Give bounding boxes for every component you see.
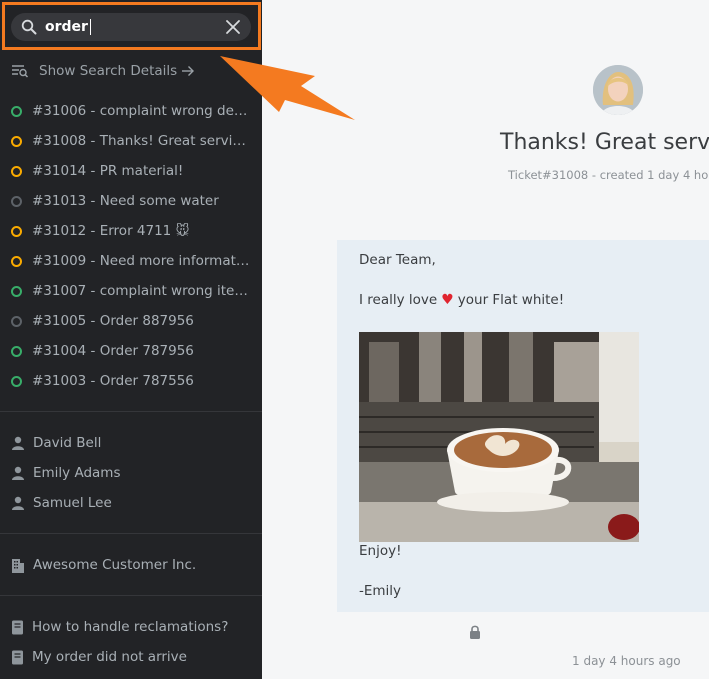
ticket-result-label: #31012 - Error 4711 🐭 — [32, 223, 190, 239]
search-icon — [21, 19, 37, 35]
show-search-details-label: Show Search Details — [39, 63, 178, 79]
ticket-result-label: #31008 - Thanks! Great service! — [32, 133, 250, 149]
organization-result-item[interactable]: Awesome Customer Inc. — [0, 550, 262, 580]
ticket-results-list: #31006 - complaint wrong delivery #31008… — [0, 96, 262, 396]
status-open-icon — [11, 375, 22, 387]
organization-result-label: Awesome Customer Inc. — [33, 557, 197, 573]
article-greeting: Dear Team, — [359, 252, 436, 268]
article-closing: Enjoy! — [359, 543, 402, 559]
ticket-result-item[interactable]: #31007 - complaint wrong items delivered — [0, 276, 262, 306]
article-love-suffix: your Flat white! — [457, 292, 565, 308]
ticket-result-item[interactable]: #31014 - PR material! — [0, 156, 262, 186]
user-results-list: David Bell Emily Adams Samuel Lee — [0, 428, 262, 518]
article-signature: -Emily — [359, 583, 402, 599]
ticket-result-label: #31007 - complaint wrong items delivered — [32, 283, 250, 299]
knowledge-base-results-list: How to handle reclamations? My order did… — [0, 612, 262, 672]
close-icon[interactable] — [225, 19, 241, 35]
person-icon — [12, 496, 24, 510]
ticket-result-item[interactable]: #31013 - Need some water — [0, 186, 262, 216]
search-details-icon — [12, 65, 29, 78]
heart-icon: ♥ — [441, 292, 454, 308]
user-result-label: David Bell — [33, 435, 102, 451]
status-closed-icon — [11, 315, 22, 327]
ticket-meta: Ticket#31008 - created 1 day 4 hours — [508, 168, 709, 182]
status-closed-icon — [11, 195, 22, 207]
knowledge-base-result-item[interactable]: My order did not arrive — [0, 642, 262, 672]
pointer-arrow-annotation — [220, 56, 355, 120]
status-pending-icon — [11, 225, 22, 237]
ticket-result-label: #31005 - Order 887956 — [32, 313, 194, 329]
article-body: Dear Team, I really love ♥ your Flat white… — [337, 240, 709, 612]
ticket-result-item[interactable]: #31004 - Order 787956 — [0, 336, 262, 366]
ticket-result-label: #31004 - Order 787956 — [32, 343, 194, 359]
ticket-result-item[interactable]: #31009 - Need more information! — [0, 246, 262, 276]
section-divider — [0, 411, 262, 412]
article-love-line: I really love ♥ your Flat white! — [359, 292, 564, 308]
book-icon — [12, 650, 23, 664]
search-highlight-frame — [2, 2, 261, 50]
avatar[interactable] — [593, 65, 643, 115]
person-icon — [12, 466, 24, 480]
search-box[interactable] — [11, 13, 251, 41]
ticket-result-item[interactable]: #31005 - Order 887956 — [0, 306, 262, 336]
avatar-portrait — [593, 65, 643, 115]
coffee-machine-photo[interactable] — [359, 332, 639, 542]
ticket-result-label: #31003 - Order 787556 — [32, 373, 194, 389]
status-pending-icon — [11, 255, 22, 267]
user-result-item[interactable]: Emily Adams — [0, 458, 262, 488]
knowledge-base-result-item[interactable]: How to handle reclamations? — [0, 612, 262, 642]
section-divider — [0, 533, 262, 534]
arrow-right-icon — [182, 66, 195, 76]
search-input[interactable] — [45, 16, 215, 38]
knowledge-base-result-label: My order did not arrive — [32, 649, 187, 665]
person-icon — [12, 436, 24, 450]
show-search-details-link[interactable]: Show Search Details — [11, 62, 205, 80]
article-love-prefix: I really love — [359, 292, 438, 308]
lock-icon — [470, 625, 480, 639]
section-divider — [0, 595, 262, 596]
ticket-result-label: #31009 - Need more information! — [32, 253, 250, 269]
ticket-result-label: #31013 - Need some water — [32, 193, 219, 209]
ticket-result-item[interactable]: #31003 - Order 787556 — [0, 366, 262, 396]
building-icon — [12, 558, 24, 573]
coffee-machine-image — [359, 332, 639, 542]
status-open-icon — [11, 105, 22, 117]
user-result-item[interactable]: Samuel Lee — [0, 488, 262, 518]
user-result-label: Samuel Lee — [33, 495, 112, 511]
book-icon — [12, 620, 23, 634]
status-pending-icon — [11, 165, 22, 177]
status-open-icon — [11, 345, 22, 357]
organization-results-list: Awesome Customer Inc. — [0, 550, 262, 580]
ticket-title: Thanks! Great servi — [500, 130, 709, 155]
status-pending-icon — [11, 135, 22, 147]
status-open-icon — [11, 285, 22, 297]
ticket-result-item[interactable]: #31012 - Error 4711 🐭 — [0, 216, 262, 246]
text-caret — [90, 19, 91, 35]
user-result-item[interactable]: David Bell — [0, 428, 262, 458]
ticket-result-label: #31014 - PR material! — [32, 163, 184, 179]
article-timestamp: 1 day 4 hours ago — [572, 654, 681, 668]
knowledge-base-result-label: How to handle reclamations? — [32, 619, 229, 635]
ticket-result-item[interactable]: #31008 - Thanks! Great service! — [0, 126, 262, 156]
user-result-label: Emily Adams — [33, 465, 121, 481]
